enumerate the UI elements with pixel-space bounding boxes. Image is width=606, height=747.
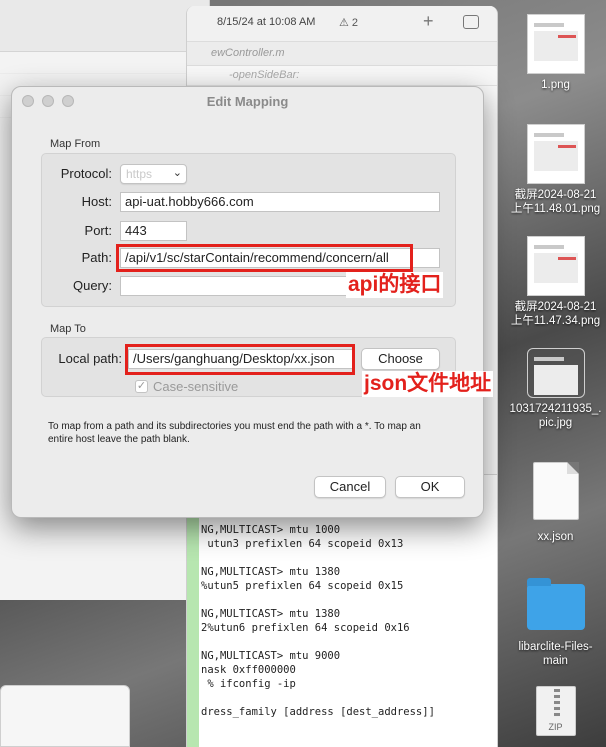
desktop-file-screenshot-2[interactable]: 截屏2024-08-21 上午11.47.34.png [505, 236, 606, 328]
background-window-toolbar [0, 0, 209, 52]
host-field[interactable]: api-uat.hobby666.com [120, 192, 440, 212]
map-to-heading: Map To [50, 323, 86, 335]
desktop-file-screenshot-1[interactable]: 截屏2024-08-21 上午11.48.01.png [505, 124, 606, 216]
desktop-file-1png[interactable]: 1.png [505, 14, 606, 92]
desktop-file-pic-jpg[interactable]: 1031724211935_. pic.jpg [505, 348, 606, 430]
ok-button[interactable]: OK [395, 476, 465, 498]
desktop-file-label: xx.json [537, 531, 574, 543]
xcode-jump-bar[interactable]: -openSideBar: [187, 66, 497, 86]
image-thumbnail-icon [526, 348, 585, 398]
zip-badge: ZIP [548, 722, 563, 732]
map-from-heading: Map From [50, 138, 101, 150]
desktop-file-xx-json[interactable]: xx.json [505, 462, 606, 544]
help-text: To map from a path and its subdirectorie… [48, 421, 421, 445]
chevron-down-icon: ⌄ [172, 167, 182, 179]
background-window-bottom [0, 685, 130, 747]
case-sensitive-checkbox[interactable]: ✓ [135, 380, 148, 393]
edit-mapping-dialog: Edit Mapping Map From Protocol: https ⌄ … [11, 86, 484, 518]
case-sensitive-label: Case-sensitive [153, 379, 239, 394]
xcode-editor-tab[interactable]: ewController.m [187, 42, 497, 66]
local-path-label: Local path: [58, 351, 122, 366]
local-path-highlight-box [125, 344, 355, 375]
protocol-select[interactable]: https ⌄ [120, 164, 187, 184]
jump-bar-method: -openSideBar: [229, 69, 300, 81]
desktop-file-label: libarclite-Files- main [518, 641, 593, 667]
dialog-titlebar[interactable]: Edit Mapping [12, 87, 483, 115]
folder-icon [526, 578, 585, 630]
host-label: Host: [81, 194, 112, 209]
protocol-value: https [126, 167, 153, 181]
json-annotation: json文件地址 [362, 371, 494, 397]
desktop-file-label: 1.png [541, 79, 570, 91]
cancel-button[interactable]: Cancel [314, 476, 386, 498]
background-list-row [0, 52, 209, 74]
protocol-label: Protocol: [60, 166, 112, 181]
split-editor-icon[interactable] [463, 15, 479, 29]
desktop-file-label: 截屏2024-08-21 上午11.48.01.png [510, 189, 601, 215]
xcode-toolbar: 8/15/24 at 10:08 AM ⚠ 2 + [187, 6, 497, 42]
path-highlight-box [116, 244, 413, 272]
api-annotation: api的接口 [346, 272, 444, 298]
image-thumbnail-icon [526, 236, 585, 296]
desktop-file-label: 1031724211935_. pic.jpg [509, 403, 602, 429]
choose-button[interactable]: Choose [361, 348, 440, 370]
desktop-folder-libarclite[interactable]: libarclite-Files- main [505, 578, 606, 668]
desktop: 1.png 截屏2024-08-21 上午11.48.01.png 截屏2024… [505, 0, 606, 747]
warning-count[interactable]: ⚠ 2 [339, 16, 358, 29]
editor-tab-label: ewController.m [211, 47, 285, 59]
zip-archive-icon: ZIP [535, 686, 576, 736]
xcode-build-status: 8/15/24 at 10:08 AM [217, 16, 316, 28]
image-thumbnail-icon [526, 14, 585, 74]
port-label: Port: [84, 223, 112, 238]
image-thumbnail-icon [526, 124, 585, 184]
warning-count-value: 2 [351, 17, 359, 29]
dialog-title: Edit Mapping [206, 94, 289, 109]
query-label: Query: [72, 278, 112, 293]
add-tab-icon[interactable]: + [423, 11, 434, 32]
path-label: Path: [81, 250, 112, 265]
json-document-icon [532, 462, 579, 520]
desktop-file-zip[interactable]: ZIP [505, 686, 606, 736]
desktop-file-label: 截屏2024-08-21 上午11.47.34.png [510, 301, 601, 327]
port-field[interactable]: 443 [120, 221, 187, 241]
